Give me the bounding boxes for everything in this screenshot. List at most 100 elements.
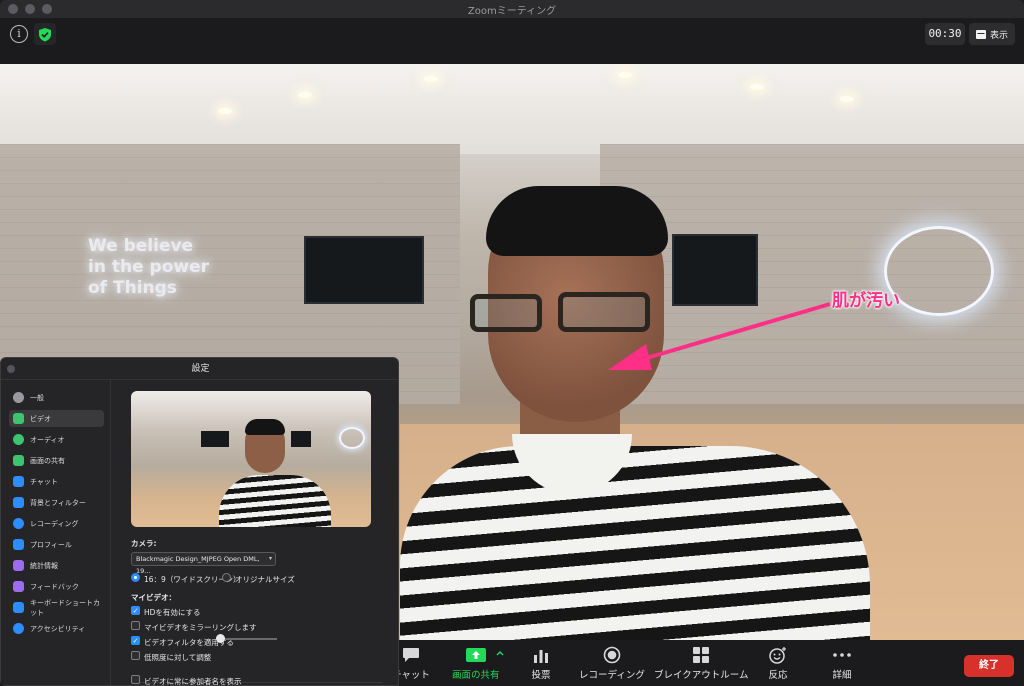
sidebar-item-statistics[interactable]: 統計情報 <box>9 557 104 574</box>
video-filter-checkbox[interactable]: ✓ <box>131 636 140 645</box>
sidebar-item-video[interactable]: ビデオ <box>9 410 104 427</box>
low-light-label: 低照度に対して調整 <box>144 653 212 662</box>
info-icon[interactable]: i <box>10 25 28 43</box>
share-options-chevron-up-icon[interactable] <box>496 650 504 686</box>
sidebar-item-audio[interactable]: オーディオ <box>9 431 104 448</box>
settings-close-button[interactable] <box>7 365 15 373</box>
sidebar-item-label: アクセシビリティ <box>30 624 86 633</box>
sidebar-item-chat[interactable]: チャット <box>9 473 104 490</box>
sidebar-item-label: 統計情報 <box>30 561 58 570</box>
minimize-window-button[interactable] <box>25 4 35 14</box>
profile-icon <box>13 539 24 550</box>
ratio-original-label: オリジナルサイズ <box>235 575 295 584</box>
sidebar-item-general[interactable]: 一般 <box>9 389 104 406</box>
camera-select-value: Blackmagic Design_MJPEG Open DML, 19... <box>136 555 260 575</box>
zoom-window: Zoomミーティング i 00:30 表示 We believe in the … <box>0 0 1024 686</box>
share-screen-label: 画面の共有 <box>452 670 500 681</box>
keyboard-icon <box>13 602 24 613</box>
breakout-rooms-button[interactable]: ブレイクアウトルーム <box>654 646 749 684</box>
slider-knob[interactable] <box>216 634 225 643</box>
breakout-icon <box>693 647 710 663</box>
zoom-window-button[interactable] <box>42 4 52 14</box>
record-button[interactable]: レコーディング <box>579 646 645 684</box>
reactions-label: 反応 <box>768 670 788 681</box>
end-meeting-button[interactable]: 終了 <box>964 655 1014 677</box>
accessibility-icon <box>13 623 24 634</box>
view-button-label: 表示 <box>989 30 1008 41</box>
reaction-icon <box>769 647 786 664</box>
sidebar-item-accessibility[interactable]: アクセシビリティ <box>9 620 104 637</box>
filter-slider[interactable] <box>216 634 277 643</box>
more-label: 詳細 <box>832 670 852 681</box>
title-bar: Zoomミーティング <box>0 0 1024 18</box>
mirror-video-label: マイビデオをミラーリングします <box>144 623 257 632</box>
chevron-down-icon: ▾ <box>268 555 272 562</box>
camera-label: カメラ: <box>131 539 157 548</box>
breakout-rooms-label: ブレイクアウトルーム <box>654 670 749 681</box>
show-names-label: ビデオに常に参加者名を表示 <box>144 677 242 686</box>
show-names-checkbox[interactable] <box>131 675 140 684</box>
sidebar-item-label: チャット <box>30 477 58 486</box>
chat-icon <box>402 648 419 662</box>
window-title: Zoomミーティング <box>467 5 557 17</box>
share-screen-icon <box>465 648 486 662</box>
my-video-label: マイビデオ： <box>131 593 176 602</box>
close-window-button[interactable] <box>8 4 18 14</box>
poll-icon <box>534 649 548 663</box>
sidebar-item-background-filters[interactable]: 背景とフィルター <box>9 494 104 511</box>
more-button[interactable]: 詳細 <box>832 646 852 684</box>
view-button[interactable]: 表示 <box>969 23 1015 45</box>
sidebar-item-label: 背景とフィルター <box>30 498 86 507</box>
meeting-top-bar: i 00:30 表示 <box>0 18 1024 64</box>
settings-window: 設定 一般 ビデオ オーディオ 画面の共有 チャット 背景とフィルター レコーデ… <box>0 357 399 686</box>
share-screen-button[interactable]: 画面の共有 <box>452 646 500 684</box>
background-icon <box>13 497 24 508</box>
sidebar-item-label: キーボードショートカット <box>30 598 100 617</box>
hd-label: HDを有効にする <box>144 608 201 617</box>
security-shield-icon[interactable] <box>34 23 56 45</box>
settings-sidebar: 一般 ビデオ オーディオ 画面の共有 チャット 背景とフィルター レコーディング… <box>1 380 111 685</box>
sidebar-item-feedback[interactable]: フィードバック <box>9 578 104 595</box>
camera-select[interactable]: Blackmagic Design_MJPEG Open DML, 19... … <box>131 552 276 575</box>
sidebar-item-share-screen[interactable]: 画面の共有 <box>9 452 104 469</box>
sidebar-item-label: レコーディング <box>30 519 79 528</box>
record-label: レコーディング <box>579 670 645 681</box>
striped-shirt <box>219 475 331 527</box>
view-grid-icon <box>975 29 986 39</box>
poll-button[interactable]: 投票 <box>531 646 551 684</box>
gear-icon <box>13 392 24 403</box>
hair <box>245 419 285 435</box>
low-light-checkbox[interactable] <box>131 651 140 660</box>
chat-icon <box>13 476 24 487</box>
annotation-text: 肌が汚い <box>832 291 900 311</box>
video-preview <box>131 391 371 527</box>
sidebar-item-recording[interactable]: レコーディング <box>9 515 104 532</box>
sidebar-item-label: ビデオ <box>30 414 51 423</box>
neon-globe <box>339 427 365 449</box>
sidebar-item-profile[interactable]: プロフィール <box>9 536 104 553</box>
meeting-timer: 00:30 <box>925 23 965 45</box>
mirror-video-checkbox[interactable] <box>131 621 140 630</box>
more-icon <box>833 653 851 657</box>
preview-participant <box>215 417 335 527</box>
sidebar-item-label: オーディオ <box>30 435 65 444</box>
window-controls <box>8 4 52 14</box>
sidebar-item-label: 一般 <box>30 393 44 402</box>
reactions-button[interactable]: 反応 <box>768 646 788 684</box>
record-icon <box>13 518 24 529</box>
sidebar-item-label: 画面の共有 <box>30 456 65 465</box>
sidebar-item-keyboard-shortcuts[interactable]: キーボードショートカット <box>9 598 104 617</box>
statistics-icon <box>13 560 24 571</box>
ratio-16-9-radio[interactable] <box>131 573 140 582</box>
record-icon <box>603 646 621 664</box>
video-settings-content: カメラ: Blackmagic Design_MJPEG Open DML, 1… <box>112 380 398 686</box>
poll-label: 投票 <box>531 670 551 681</box>
headphones-icon <box>13 434 24 445</box>
feedback-icon <box>13 581 24 592</box>
hd-checkbox[interactable]: ✓ <box>131 606 140 615</box>
settings-title: 設定 <box>1 358 398 380</box>
video-camera-icon <box>13 413 24 424</box>
ratio-original-radio[interactable] <box>222 573 231 582</box>
sidebar-item-label: プロフィール <box>30 540 72 549</box>
sidebar-item-label: フィードバック <box>30 582 79 591</box>
